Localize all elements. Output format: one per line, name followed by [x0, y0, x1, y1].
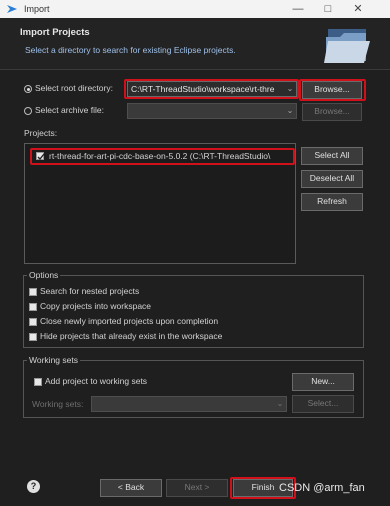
deselect-all-button[interactable]: Deselect All: [301, 170, 363, 188]
highlight-box-root: [124, 79, 299, 99]
page-title: Import Projects: [20, 27, 90, 38]
root-directory-label: Select root directory:: [35, 83, 113, 93]
add-to-working-sets-checkbox[interactable]: [34, 378, 42, 386]
minimize-icon[interactable]: —: [283, 0, 313, 18]
close-icon[interactable]: ✕: [343, 0, 373, 18]
select-working-sets-button[interactable]: Select...: [292, 395, 354, 413]
browse-archive-button[interactable]: Browse...: [302, 103, 362, 121]
refresh-button[interactable]: Refresh: [301, 193, 363, 211]
hide-projects-label: Hide projects that already exist in the …: [40, 331, 223, 341]
hide-projects-checkbox[interactable]: [29, 333, 37, 341]
wizard-header: Import Projects Select a directory to se…: [0, 18, 390, 70]
copy-projects-checkbox[interactable]: [29, 303, 37, 311]
highlight-box-browse: [299, 79, 366, 101]
highlight-box-project: [30, 148, 295, 165]
options-title: Options: [27, 270, 61, 280]
watermark-text: CSDN @arm_fan: [279, 482, 365, 494]
copy-projects-label: Copy projects into workspace: [40, 301, 152, 311]
working-sets-title: Working sets: [27, 355, 80, 365]
nested-projects-label: Search for nested projects: [40, 286, 140, 296]
close-projects-checkbox[interactable]: [29, 318, 37, 326]
projects-list[interactable]: rt-thread-for-art-pi-cdc-base-on-5.0.2 (…: [24, 143, 296, 264]
select-all-button[interactable]: Select All: [301, 147, 363, 165]
archive-file-radio[interactable]: [24, 107, 32, 115]
close-projects-label: Close newly imported projects upon compl…: [40, 316, 219, 326]
app-icon: [7, 5, 17, 13]
new-working-set-button[interactable]: New...: [292, 373, 354, 391]
archive-file-label: Select archive file:: [35, 105, 104, 115]
window-title: Import: [24, 4, 50, 14]
nested-projects-checkbox[interactable]: [29, 288, 37, 296]
working-sets-combo[interactable]: [91, 396, 287, 412]
back-button[interactable]: < Back: [100, 479, 162, 497]
help-icon[interactable]: ?: [27, 480, 40, 493]
chevron-down-icon[interactable]: ⌄: [284, 104, 296, 118]
chevron-down-icon[interactable]: ⌄: [274, 397, 286, 411]
next-button[interactable]: Next >: [166, 479, 228, 497]
maximize-icon[interactable]: □: [313, 0, 343, 18]
add-to-working-sets-label: Add project to working sets: [45, 376, 148, 386]
projects-label: Projects:: [24, 128, 58, 138]
root-directory-radio[interactable]: [24, 85, 32, 93]
working-sets-label: Working sets:: [32, 399, 84, 409]
archive-file-input[interactable]: [127, 103, 297, 119]
page-description: Select a directory to search for existin…: [25, 45, 236, 55]
title-bar: Import — □ ✕: [0, 0, 390, 18]
folder-icon: [324, 29, 370, 63]
